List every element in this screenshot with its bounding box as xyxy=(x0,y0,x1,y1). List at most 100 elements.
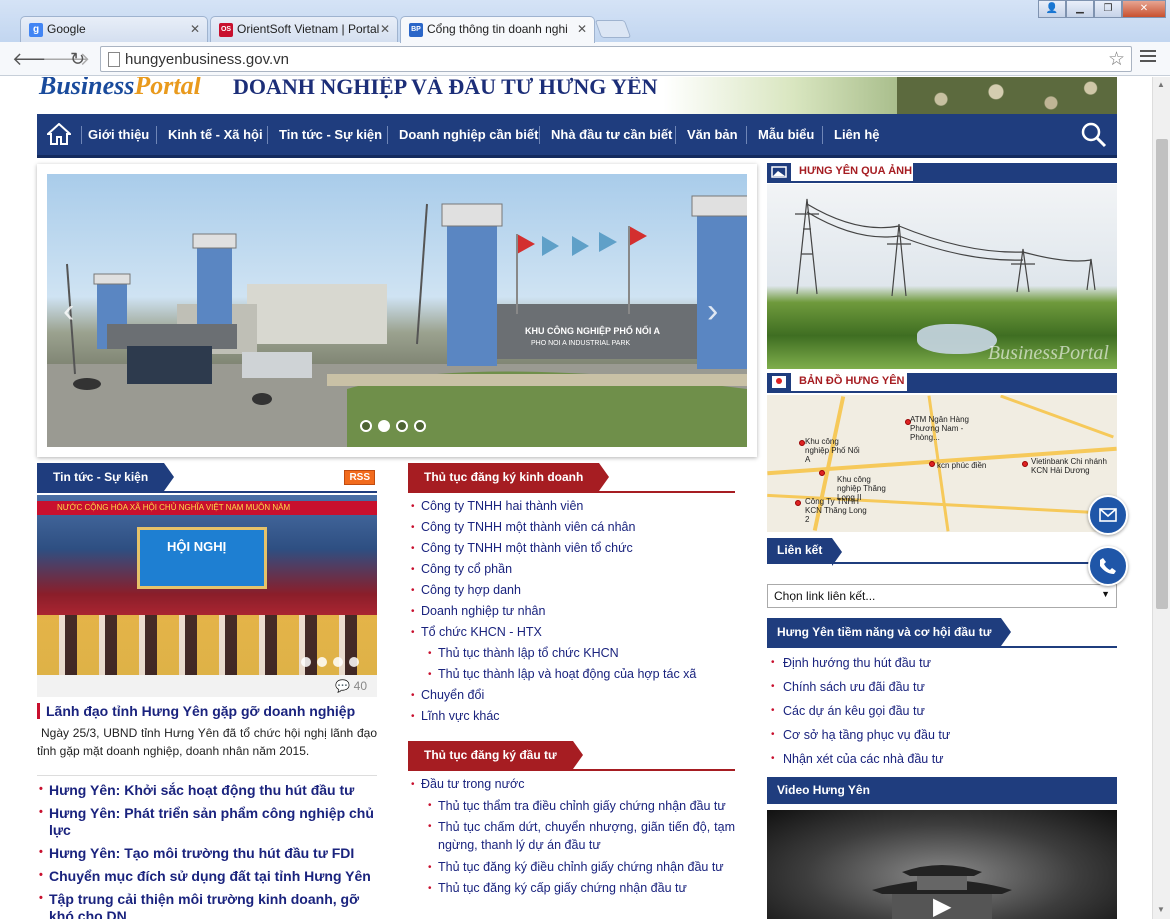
phone-contact-button[interactable] xyxy=(1088,546,1128,586)
news-list-item[interactable]: Tập trung cải thiện môi trường kinh doan… xyxy=(37,890,377,919)
news-list-item[interactable]: Chuyển mục đích sử dụng đất tại tỉnh Hưn… xyxy=(37,867,377,885)
comment-count[interactable]: 💬 40 xyxy=(335,679,367,693)
nav-item-van-ban[interactable]: Văn bản xyxy=(687,127,738,142)
photos-section-title[interactable]: HƯNG YÊN QUA ẢNH xyxy=(791,163,921,181)
business-reg-item[interactable]: Công ty hợp danh xyxy=(408,580,735,601)
business-reg-item[interactable]: Công ty cổ phần xyxy=(408,559,735,580)
news-list: Hưng Yên: Khởi sắc hoạt động thu hút đầu… xyxy=(37,775,377,919)
map-pin[interactable] xyxy=(1022,461,1028,467)
map-pin[interactable] xyxy=(819,470,825,476)
map-label: Công Ty TNHH KCN Thăng Long 2 xyxy=(805,497,867,524)
news-list-item[interactable]: Hưng Yên: Phát triển sản phẩm công nghiệ… xyxy=(37,804,377,839)
business-reg-item[interactable]: Chuyển đổi xyxy=(408,685,735,706)
site-logo[interactable]: BusinessPortal xyxy=(39,77,201,101)
chrome-menu-icon[interactable] xyxy=(1140,50,1156,65)
scrollbar-thumb[interactable] xyxy=(1156,139,1168,609)
links-section-title[interactable]: Liên kết xyxy=(767,538,843,566)
news-list-item[interactable]: Hưng Yên: Tạo môi trường thu hút đầu tư … xyxy=(37,844,377,862)
nav-item-gioi-thieu[interactable]: Giới thiệu xyxy=(88,127,149,142)
business-reg-item[interactable]: Công ty TNHH một thành viên cá nhân xyxy=(408,517,735,538)
investment-reg-subitem[interactable]: Thủ tục chấm dứt, chuyển nhượng, giãn ti… xyxy=(408,818,735,854)
photos-section-header: HƯNG YÊN QUA ẢNH xyxy=(767,163,1117,183)
email-contact-button[interactable] xyxy=(1088,495,1128,535)
reload-icon[interactable]: ↻ xyxy=(70,49,85,70)
video-player[interactable]: ▶ xyxy=(767,810,1117,919)
page-viewport: BusinessPortal DOANH NGHIỆP VÀ ĐẦU TƯ HƯ… xyxy=(0,77,1152,919)
nav-item-tin-tuc[interactable]: Tin tức - Sự kiện xyxy=(279,127,382,142)
business-reg-item[interactable]: Tổ chức KHCN - HTX xyxy=(408,622,735,643)
scroll-up-icon[interactable]: ▲ xyxy=(1157,80,1165,89)
invest-list-item[interactable]: Nhận xét của các nhà đầu tư xyxy=(767,747,1117,771)
map-label: ATM Ngân Hàng Phương Nam - Phòng... xyxy=(910,415,969,442)
invest-list-item[interactable]: Các dự án kêu gọi đầu tư xyxy=(767,699,1117,723)
map-pin[interactable] xyxy=(929,461,935,467)
map-label: Khu công nghiệp Phố Nối A xyxy=(805,437,860,464)
minimize-button[interactable]: ▁ xyxy=(1066,0,1094,18)
investment-reg-subitem[interactable]: Thủ tục thẩm tra điều chỉnh giấy chứng n… xyxy=(408,797,735,815)
user-icon[interactable]: 👤 xyxy=(1038,0,1066,18)
business-reg-item[interactable]: Công ty TNHH hai thành viên xyxy=(408,496,735,517)
nav-item-doanh-nghiep[interactable]: Doanh nghiệp cần biết xyxy=(399,127,538,142)
tab-businessportal[interactable]: BP Cổng thông tin doanh nghi ✕ xyxy=(400,16,595,43)
bookmark-star-icon[interactable]: ☆ xyxy=(1108,48,1125,71)
rss-icon[interactable]: RSS xyxy=(344,470,375,485)
map-section-title[interactable]: BẢN ĐỒ HƯNG YÊN xyxy=(791,373,913,391)
invest-section-title[interactable]: Hưng Yên tiềm năng và cơ hội đầu tư xyxy=(767,618,1012,646)
address-bar[interactable]: ☆ xyxy=(100,46,1132,72)
news-list-item[interactable]: Hưng Yên: Khởi sắc hoạt động thu hút đầu… xyxy=(37,781,377,799)
news-section-title[interactable]: Tin tức - Sự kiện xyxy=(37,463,175,491)
investment-reg-subitem[interactable]: Thủ tục đăng ký cấp giấy chứng nhận đầu … xyxy=(408,878,735,899)
url-input[interactable] xyxy=(125,50,1085,68)
video-section-header[interactable]: Video Hưng Yên xyxy=(767,777,1117,804)
search-icon[interactable] xyxy=(1081,122,1107,148)
close-icon[interactable]: ✕ xyxy=(577,22,587,36)
links-select[interactable]: Chọn link liên kết... ▼ xyxy=(767,584,1117,608)
logo-portal: Portal xyxy=(134,77,201,100)
close-icon[interactable]: ✕ xyxy=(380,22,390,36)
close-icon[interactable]: ✕ xyxy=(190,22,200,36)
invest-list-item[interactable]: Cơ sở hạ tầng phục vụ đầu tư xyxy=(767,723,1117,747)
news-featured-image[interactable]: NƯỚC CỘNG HÒA XÃ HỘI CHỦ NGHĨA VIỆT NAM … xyxy=(37,495,377,675)
slider-dot[interactable] xyxy=(396,420,408,432)
business-reg-subitem[interactable]: Thủ tục thành lập và hoạt động của hợp t… xyxy=(408,664,735,685)
business-reg-item[interactable]: Lĩnh vực khác xyxy=(408,706,735,727)
business-reg-subitem[interactable]: Thủ tục thành lập tổ chức KHCN xyxy=(408,643,735,664)
business-reg-title[interactable]: Thủ tục đăng ký kinh doanh xyxy=(408,463,610,491)
tab-title: Google xyxy=(47,22,86,36)
slider-dot-active[interactable] xyxy=(378,420,390,432)
home-icon[interactable] xyxy=(47,123,71,145)
slider-dot[interactable] xyxy=(414,420,426,432)
investment-reg-subitem[interactable]: Thủ tục đăng ký điều chỉnh giấy chứng nh… xyxy=(408,857,735,878)
window-close-button[interactable]: ✕ xyxy=(1122,0,1166,18)
invest-list-item[interactable]: Chính sách ưu đãi đầu tư xyxy=(767,675,1117,699)
chevron-left-icon[interactable]: ‹ xyxy=(63,292,74,331)
scroll-down-icon[interactable]: ▼ xyxy=(1157,905,1165,914)
nav-item-nha-dau-tu[interactable]: Nhà đầu tư cần biết xyxy=(551,127,672,142)
invest-list-item[interactable]: Định hướng thu hút đầu tư xyxy=(767,651,1117,675)
nav-item-mau-bieu[interactable]: Mẫu biểu xyxy=(758,127,814,142)
business-reg-header: Thủ tục đăng ký kinh doanh xyxy=(408,463,735,493)
hung-yen-map[interactable]: ATM Ngân Hàng Phương Nam - Phòng... Khu … xyxy=(767,395,1117,532)
header-bar-fill xyxy=(913,163,1117,181)
map-pin[interactable] xyxy=(795,500,801,506)
tab-google[interactable]: g Google ✕ xyxy=(20,16,208,42)
park-sign-line2: PHO NOI A INDUSTRIAL PARK xyxy=(531,340,631,347)
business-reg-item[interactable]: Doanh nghiệp tư nhân xyxy=(408,601,735,622)
maximize-button[interactable]: ❐ xyxy=(1094,0,1122,18)
nav-item-lien-he[interactable]: Liên hệ xyxy=(834,127,880,142)
nav-separator xyxy=(156,126,157,144)
chevron-right-icon[interactable]: › xyxy=(707,292,718,331)
business-reg-item[interactable]: Công ty TNHH một thành viên tổ chức xyxy=(408,538,735,559)
investment-reg-item[interactable]: Đầu tư trong nước xyxy=(408,774,735,795)
nav-item-kinh-te[interactable]: Kinh tế - Xã hội xyxy=(168,127,263,142)
slider-dot[interactable] xyxy=(360,420,372,432)
play-icon[interactable]: ▶ xyxy=(933,892,951,919)
page-scrollbar[interactable]: ▲ ▼ xyxy=(1152,77,1170,919)
slide-image[interactable]: KHU CÔNG NGHIỆP PHỐ NỐI A PHO NOI A INDU… xyxy=(47,174,747,447)
new-tab-button[interactable] xyxy=(594,20,632,38)
investment-reg-title[interactable]: Thủ tục đăng ký đầu tư xyxy=(408,741,583,769)
featured-news-title[interactable]: Lãnh đạo tỉnh Hưng Yên gặp gỡ doanh nghi… xyxy=(37,703,377,719)
hung-yen-photo[interactable]: BusinessPortal xyxy=(767,184,1117,369)
site-title: DOANH NGHIỆP VÀ ĐẦU TƯ HƯNG YÊN xyxy=(233,77,658,99)
tab-orientsoft[interactable]: OS OrientSoft Vietnam | Portal ✕ xyxy=(210,16,398,42)
